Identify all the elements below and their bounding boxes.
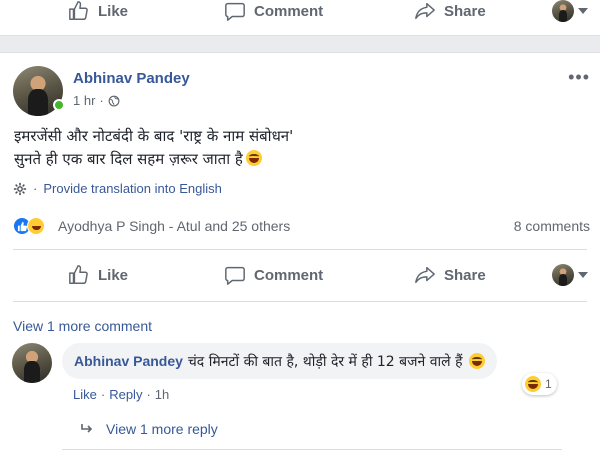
post-timestamp[interactable]: 1 hr (73, 93, 95, 108)
chevron-down-icon (578, 272, 588, 278)
like-label: Like (98, 266, 129, 284)
previous-comment-button[interactable]: Comment (224, 0, 323, 22)
post-meta: 1 hr · (73, 93, 120, 108)
comment-text: चंद मिनटों की बात है, थोड़ी देर में ही 1… (187, 353, 463, 370)
translate-label: Provide translation into English (43, 181, 222, 196)
comment-label: Comment (254, 2, 324, 20)
gear-icon (13, 182, 27, 195)
previous-post-card: Like Comment Share (0, 0, 600, 36)
share-arrow-icon (415, 2, 435, 20)
post-text-line-2-wrap: सुनते ही एक बार दिल सहम ज़रूर जाता है (14, 148, 574, 171)
previous-post-action-bar: Like Comment Share (12, 0, 588, 32)
reply-arrow-icon (81, 424, 93, 433)
comment-reaction-count: 1 (545, 377, 552, 391)
comment-bubble-icon (225, 2, 245, 21)
post-text-line-1: इमरजेंसी और नोटबंदी के बाद 'राष्ट्र के न… (14, 127, 294, 145)
comment-action-separator: · (146, 387, 151, 402)
comment-actions: Like · Reply · 1h (73, 387, 169, 402)
view-more-reply-link[interactable]: View 1 more reply (80, 421, 218, 437)
post-author-name[interactable]: Abhinav Pandey (73, 70, 190, 87)
meta-separator: · (99, 93, 104, 108)
comment-author-name[interactable]: Abhinav Pandey (74, 353, 183, 369)
comment-author-avatar[interactable] (12, 343, 52, 383)
comment-label: Comment (254, 266, 324, 284)
divider (13, 301, 587, 302)
share-arrow-icon (415, 266, 435, 284)
thumbs-up-icon (69, 265, 88, 284)
post-card: Abhinav Pandey 1 hr · ••• इमरजेंसी और नो… (0, 52, 600, 450)
comment-timestamp[interactable]: 1h (155, 387, 169, 402)
comment-reply-link[interactable]: Reply (109, 387, 142, 402)
reaction-icons[interactable] (13, 216, 53, 236)
laughing-emoji-icon (245, 150, 262, 166)
share-label: Share (444, 2, 486, 20)
view-more-reply-label: View 1 more reply (106, 421, 218, 437)
profile-avatar (552, 264, 574, 286)
previous-share-button[interactable]: Share (414, 0, 486, 22)
chevron-down-icon (578, 8, 588, 14)
post-action-bar: Like Comment Share (12, 254, 588, 296)
comment-bubble: Abhinav Pandey चंद मिनटों की बात है, थोड… (62, 343, 497, 379)
divider (13, 249, 587, 250)
previous-like-button[interactable]: Like (68, 0, 128, 22)
comment-bubble-icon (225, 266, 245, 285)
comment-action-separator: · (100, 387, 106, 402)
wink-emoji-icon (468, 353, 485, 369)
share-label: Share (444, 266, 486, 284)
haha-reaction-icon (27, 217, 45, 235)
previous-audience-selector[interactable] (552, 0, 588, 22)
comment-count-link[interactable]: 8 comments (514, 218, 590, 234)
reactions-summary: Ayodhya P Singh - Atul and 25 others 8 c… (13, 216, 600, 236)
translate-link[interactable]: · Provide translation into English (13, 181, 222, 196)
share-button[interactable]: Share (414, 264, 486, 286)
like-button[interactable]: Like (68, 264, 128, 286)
reactors-link[interactable]: Ayodhya P Singh - Atul and 25 others (58, 218, 290, 234)
view-more-comments-link[interactable]: View 1 more comment (13, 318, 152, 334)
post-text-line-2: सुनते ही एक बार दिल सहम ज़रूर जाता है (14, 150, 243, 168)
translate-separator: · (33, 181, 38, 196)
post-body: इमरजेंसी और नोटबंदी के बाद 'राष्ट्र के न… (14, 125, 574, 171)
comment-like-link[interactable]: Like (73, 387, 97, 402)
haha-reaction-icon (525, 376, 541, 392)
comment-button[interactable]: Comment (224, 264, 323, 286)
globe-icon[interactable] (108, 95, 120, 107)
thumbs-up-icon (69, 1, 88, 20)
profile-avatar (552, 0, 574, 22)
more-options-icon[interactable]: ••• (568, 67, 590, 88)
audience-selector[interactable] (552, 264, 588, 286)
online-status-icon (53, 99, 65, 111)
comment-reaction-badge[interactable]: 1 (522, 373, 557, 395)
like-label: Like (98, 2, 129, 20)
